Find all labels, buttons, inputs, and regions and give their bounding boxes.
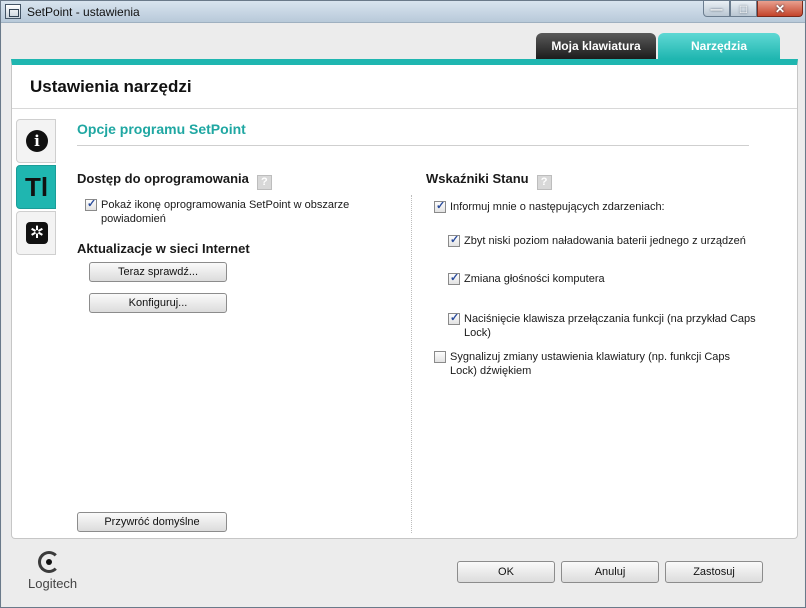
show-tray-icon-option[interactable]: Pokaż ikonę oprogramowania SetPoint w ob… xyxy=(85,197,385,226)
function-key-option[interactable]: Naciśnięcie klawisza przełączania funkcj… xyxy=(448,311,758,340)
access-title-text: Dostęp do oprogramowania xyxy=(77,171,249,186)
status-group-title: Wskaźniki Stanu? xyxy=(426,171,552,190)
restore-defaults-button[interactable]: Przywróć domyślne xyxy=(77,512,227,532)
close-button[interactable]: ✕ xyxy=(757,1,803,17)
volume-checkbox[interactable] xyxy=(448,271,460,285)
top-tabs: Moja klawiatura Narzędzia xyxy=(536,33,782,59)
section-title: Opcje programu SetPoint xyxy=(77,121,246,137)
side-tab-info[interactable]: i xyxy=(16,119,56,163)
check-now-button[interactable]: Teraz sprawdź... xyxy=(89,262,227,282)
title-bar[interactable]: SetPoint - ustawienia — □ ✕ xyxy=(1,1,805,23)
tab-narzedzia[interactable]: Narzędzia xyxy=(658,33,780,59)
tools-icon: Tl xyxy=(25,172,49,202)
sound-label: Sygnalizuj zmiany ustawienia klawiatury … xyxy=(450,351,731,377)
battery-checkbox[interactable] xyxy=(448,233,460,247)
notify-label: Informuj mnie o następujących zdarzeniac… xyxy=(450,201,665,213)
logitech-logo: Logitech xyxy=(28,549,80,591)
close-icon: ✕ xyxy=(774,2,786,16)
info-icon: i xyxy=(26,130,48,152)
apply-button[interactable]: Zastosuj xyxy=(665,561,763,583)
status-title-text: Wskaźniki Stanu xyxy=(426,171,529,186)
sound-option[interactable]: Sygnalizuj zmiany ustawienia klawiatury … xyxy=(434,350,744,378)
logo-text: Logitech xyxy=(28,576,78,591)
settings-panel: Ustawienia narzędzi i Tl ✲ Opcje program… xyxy=(11,59,798,539)
maximize-button[interactable]: □ xyxy=(730,1,757,17)
battery-option[interactable]: Zbyt niski poziom naładowania baterii je… xyxy=(448,233,758,248)
logitech-logo-icon xyxy=(36,549,64,575)
column-divider xyxy=(411,195,412,533)
minimize-button[interactable]: — xyxy=(703,1,730,17)
help-icon[interactable]: ? xyxy=(536,175,552,190)
configure-button[interactable]: Konfiguruj... xyxy=(89,293,227,313)
setpoint-window: SetPoint - ustawienia — □ ✕ Moja klawiat… xyxy=(0,0,806,608)
side-icon-tabs: i Tl ✲ xyxy=(16,119,56,257)
cancel-button[interactable]: Anuluj xyxy=(561,561,659,583)
function-key-label: Naciśnięcie klawisza przełączania funkcj… xyxy=(464,313,756,339)
sound-checkbox[interactable] xyxy=(434,351,446,363)
ok-button[interactable]: OK xyxy=(457,561,555,583)
panel-header: Ustawienia narzędzi xyxy=(12,65,797,109)
page-title: Ustawienia narzędzi xyxy=(30,77,192,96)
access-group-title: Dostęp do oprogramowania? xyxy=(77,171,272,190)
battery-label: Zbyt niski poziom naładowania baterii je… xyxy=(464,235,746,247)
minimize-icon: — xyxy=(710,2,723,16)
tab-moja-klawiatura[interactable]: Moja klawiatura xyxy=(536,33,656,59)
function-key-checkbox[interactable] xyxy=(448,311,460,325)
updates-group-title: Aktualizacje w sieci Internet xyxy=(77,241,250,256)
side-tab-tools[interactable]: Tl xyxy=(16,165,56,209)
notify-checkbox[interactable] xyxy=(434,199,446,213)
app-icon xyxy=(5,4,21,19)
window-title: SetPoint - ustawienia xyxy=(27,5,140,19)
side-tab-snowflake[interactable]: ✲ xyxy=(16,211,56,255)
volume-label: Zmiana głośności komputera xyxy=(464,273,605,285)
show-tray-icon-checkbox[interactable] xyxy=(85,197,97,211)
volume-option[interactable]: Zmiana głośności komputera xyxy=(448,271,758,286)
client-area: Moja klawiatura Narzędzia Ustawienia nar… xyxy=(2,23,804,607)
show-tray-icon-label: Pokaż ikonę oprogramowania SetPoint w ob… xyxy=(101,199,350,225)
maximize-icon: □ xyxy=(739,2,748,16)
notify-option[interactable]: Informuj mnie o następujących zdarzeniac… xyxy=(434,199,754,214)
help-icon[interactable]: ? xyxy=(256,175,272,190)
snowflake-icon: ✲ xyxy=(26,222,48,244)
section-divider xyxy=(77,145,749,146)
